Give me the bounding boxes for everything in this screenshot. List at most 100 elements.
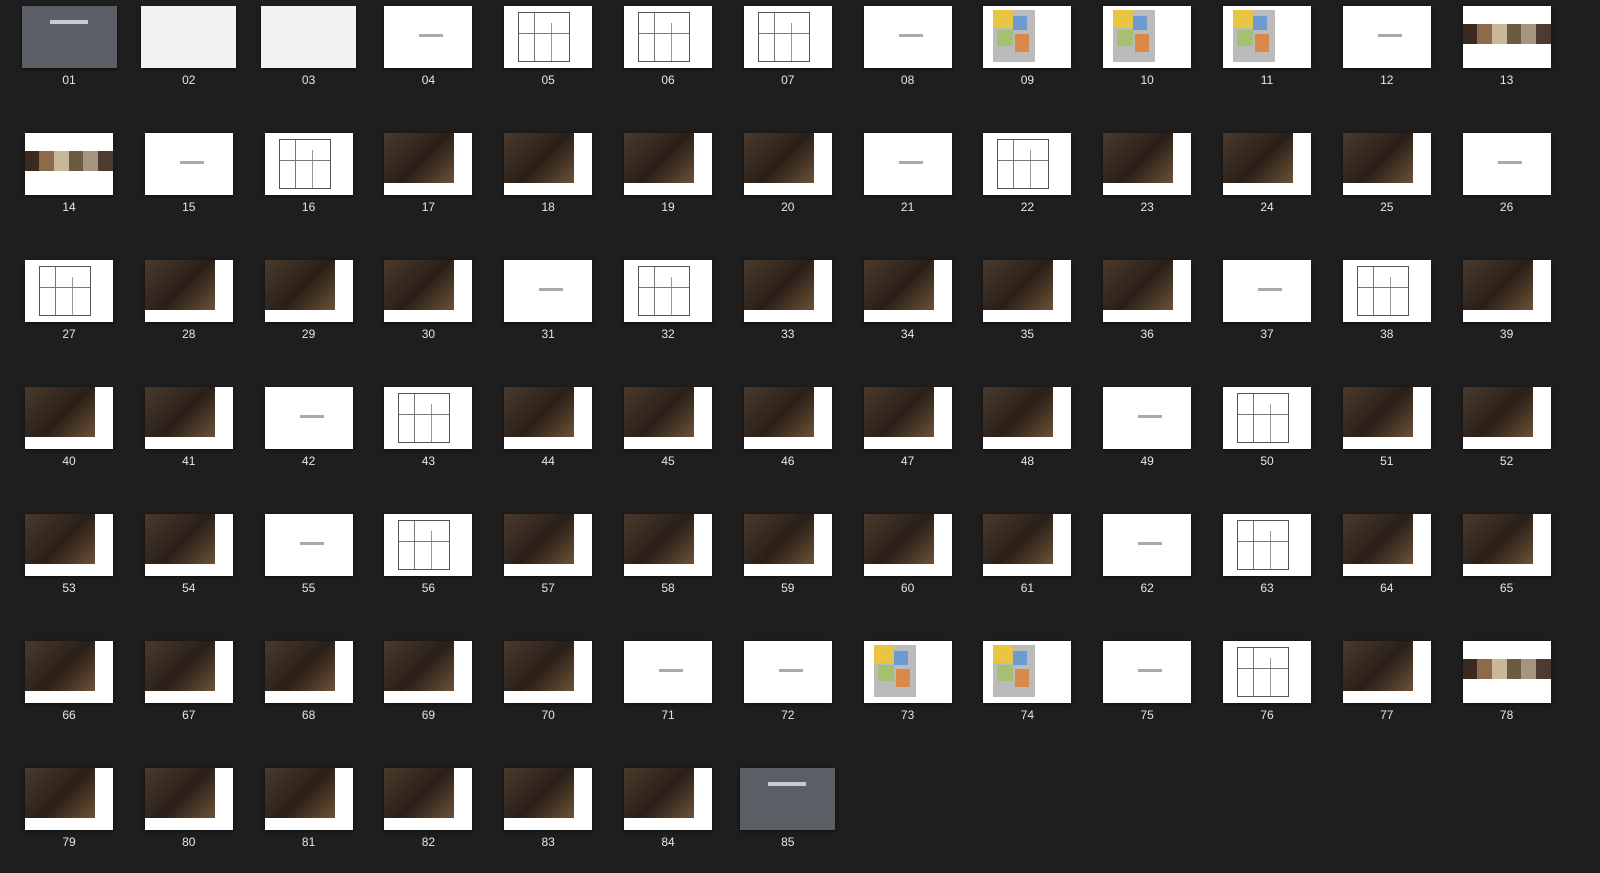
slide-thumbnail[interactable]: 44 (487, 353, 609, 483)
slide-thumbnail[interactable]: 08 (847, 0, 969, 102)
slide-thumbnail[interactable]: 81 (248, 734, 370, 864)
slide-preview-image (1223, 641, 1311, 703)
slide-thumbnail[interactable]: 77 (1326, 607, 1448, 737)
slide-preview-image (144, 514, 233, 576)
slide-thumbnail[interactable]: 23 (1086, 99, 1208, 229)
slide-preview-image (504, 6, 593, 68)
slide-thumbnail[interactable]: 09 (966, 0, 1088, 102)
slide-thumbnail[interactable]: 60 (847, 480, 969, 610)
slide-sorter-view: 01 02 03 04 05 06 07 08 09 10 11 12 13 14 15 16 17 18 19 20… (0, 0, 1600, 873)
slide-thumbnail[interactable]: 56 (367, 480, 489, 610)
slide-thumbnail[interactable]: 85 (727, 734, 849, 864)
slide-thumbnail[interactable]: 71 (607, 607, 729, 737)
slide-thumbnail[interactable]: 75 (1086, 607, 1208, 737)
slide-thumbnail[interactable]: 69 (367, 607, 489, 737)
slide-thumbnail[interactable]: 30 (367, 226, 489, 356)
slide-thumbnail[interactable]: 36 (1086, 226, 1208, 356)
slide-thumbnail[interactable]: 48 (966, 353, 1088, 483)
slide-thumbnail-frame (248, 734, 370, 830)
slide-thumbnail[interactable]: 76 (1206, 607, 1328, 737)
slide-thumbnail[interactable]: 06 (607, 0, 729, 102)
slide-thumbnail[interactable]: 52 (1446, 353, 1568, 483)
slide-thumbnail[interactable]: 64 (1326, 480, 1448, 610)
slide-thumbnail[interactable]: 49 (1086, 353, 1208, 483)
slide-thumbnail[interactable]: 39 (1446, 226, 1568, 356)
slide-thumbnail[interactable]: 10 (1086, 0, 1208, 102)
slide-thumbnail-frame (847, 226, 969, 322)
slide-thumbnail[interactable]: 83 (487, 734, 609, 864)
slide-thumbnail[interactable]: 02 (128, 0, 250, 102)
interior-rendering (264, 260, 335, 310)
slide-thumbnail[interactable]: 59 (727, 480, 849, 610)
slide-thumbnail[interactable]: 63 (1206, 480, 1328, 610)
slide-thumbnail[interactable]: 07 (727, 0, 849, 102)
slide-thumbnail[interactable]: 47 (847, 353, 969, 483)
slide-thumbnail[interactable]: 46 (727, 353, 849, 483)
slide-thumbnail[interactable]: 01 (8, 0, 130, 102)
section-title-mark (1138, 415, 1163, 418)
slide-thumbnail[interactable]: 32 (607, 226, 729, 356)
slide-thumbnail[interactable]: 38 (1326, 226, 1448, 356)
slide-thumbnail[interactable]: 74 (966, 607, 1088, 737)
slide-thumbnail[interactable]: 22 (966, 99, 1088, 229)
slide-thumbnail[interactable]: 66 (8, 607, 130, 737)
slide-side-panel (95, 514, 113, 576)
slide-preview-image (144, 387, 233, 449)
slide-thumbnail[interactable]: 26 (1446, 99, 1568, 229)
slide-thumbnail[interactable]: 05 (487, 0, 609, 102)
slide-thumbnail[interactable]: 35 (966, 226, 1088, 356)
slide-thumbnail-frame (367, 226, 489, 322)
slide-thumbnail[interactable]: 70 (487, 607, 609, 737)
slide-thumbnail[interactable]: 42 (248, 353, 370, 483)
slide-thumbnail[interactable]: 82 (367, 734, 489, 864)
slide-thumbnail[interactable]: 17 (367, 99, 489, 229)
slide-number: 34 (900, 327, 915, 341)
slide-thumbnail[interactable]: 33 (727, 226, 849, 356)
slide-thumbnail[interactable]: 20 (727, 99, 849, 229)
slide-thumbnail[interactable]: 78 (1446, 607, 1568, 737)
slide-thumbnail[interactable]: 37 (1206, 226, 1328, 356)
slide-thumbnail[interactable]: 19 (607, 99, 729, 229)
slide-thumbnail[interactable]: 21 (847, 99, 969, 229)
slide-thumbnail[interactable]: 29 (248, 226, 370, 356)
slide-thumbnail[interactable]: 12 (1326, 0, 1448, 102)
slide-thumbnail[interactable]: 80 (128, 734, 250, 864)
slide-thumbnail[interactable]: 57 (487, 480, 609, 610)
slide-thumbnail[interactable]: 72 (727, 607, 849, 737)
slide-preview-image (1103, 387, 1192, 449)
slide-thumbnail[interactable]: 73 (847, 607, 969, 737)
slide-thumbnail[interactable]: 28 (128, 226, 250, 356)
slide-thumbnail[interactable]: 61 (966, 480, 1088, 610)
slide-thumbnail[interactable]: 27 (8, 226, 130, 356)
slide-preview-image (624, 260, 712, 322)
slide-thumbnail[interactable]: 58 (607, 480, 729, 610)
slide-thumbnail[interactable]: 65 (1446, 480, 1568, 610)
slide-thumbnail[interactable]: 24 (1206, 99, 1328, 229)
slide-thumbnail[interactable]: 15 (128, 99, 250, 229)
slide-thumbnail[interactable]: 55 (248, 480, 370, 610)
slide-thumbnail[interactable]: 45 (607, 353, 729, 483)
floor-plan-drawing (638, 266, 690, 316)
slide-thumbnail[interactable]: 43 (367, 353, 489, 483)
slide-thumbnail[interactable]: 79 (8, 734, 130, 864)
slide-thumbnail[interactable]: 34 (847, 226, 969, 356)
slide-thumbnail[interactable]: 84 (607, 734, 729, 864)
slide-thumbnail[interactable]: 40 (8, 353, 130, 483)
slide-thumbnail[interactable]: 04 (367, 0, 489, 102)
slide-thumbnail[interactable]: 54 (128, 480, 250, 610)
slide-thumbnail[interactable]: 68 (248, 607, 370, 737)
slide-thumbnail[interactable]: 03 (248, 0, 370, 102)
slide-thumbnail[interactable]: 11 (1206, 0, 1328, 102)
slide-thumbnail[interactable]: 16 (248, 99, 370, 229)
slide-thumbnail[interactable]: 13 (1446, 0, 1568, 102)
slide-thumbnail[interactable]: 67 (128, 607, 250, 737)
slide-thumbnail[interactable]: 25 (1326, 99, 1448, 229)
slide-thumbnail[interactable]: 62 (1086, 480, 1208, 610)
slide-thumbnail[interactable]: 31 (487, 226, 609, 356)
slide-thumbnail[interactable]: 41 (128, 353, 250, 483)
slide-thumbnail[interactable]: 51 (1326, 353, 1448, 483)
slide-thumbnail[interactable]: 14 (8, 99, 130, 229)
slide-thumbnail[interactable]: 50 (1206, 353, 1328, 483)
slide-thumbnail[interactable]: 18 (487, 99, 609, 229)
slide-thumbnail[interactable]: 53 (8, 480, 130, 610)
